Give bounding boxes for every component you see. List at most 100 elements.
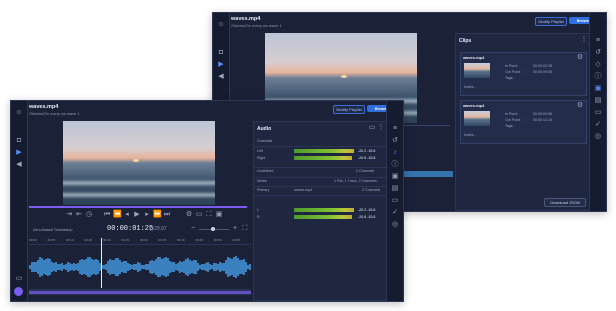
zoom-slider-handle[interactable] <box>211 227 215 231</box>
skip-start-icon[interactable]: ⏮ <box>103 211 111 219</box>
right-rail: ≡ ↺ ◇ ⓘ ▣ ▤ ▭ ✓ ◎ <box>589 13 606 211</box>
play-icon[interactable]: ▶ <box>133 211 141 219</box>
play-nav-icon[interactable]: ▶ <box>15 149 23 157</box>
mark-in-icon[interactable]: ⇥ <box>65 211 73 219</box>
notes-field[interactable]: Notes... <box>464 133 476 137</box>
step-forward-icon[interactable]: ▸ <box>143 211 151 219</box>
pip-icon[interactable]: ▣ <box>215 211 223 219</box>
clip-thumbnail <box>464 63 490 78</box>
more-icon[interactable]: ⋮ <box>580 36 588 44</box>
check-icon[interactable]: ✓ <box>594 121 602 129</box>
modify-playlist-button[interactable]: Modify Playlist <box>535 17 567 26</box>
file-path: /Stories/On every ws wave 1 <box>231 23 282 28</box>
fast-forward-icon[interactable]: ⏩ <box>153 211 162 219</box>
r-level-meter <box>294 215 352 219</box>
clock-icon[interactable]: ◷ <box>85 211 93 219</box>
modify-playlist-button[interactable]: Modify Playlist <box>333 105 365 114</box>
image-icon[interactable]: ▤ <box>594 97 602 105</box>
timeline-overview[interactable] <box>29 289 251 295</box>
ruler-tick: 00:40 <box>177 238 185 242</box>
history-icon[interactable]: ↺ <box>391 137 399 145</box>
ruler-tick: 00:35 <box>158 238 167 242</box>
out-point-value: 00:00:09:08 <box>533 70 552 74</box>
zoom-out-icon[interactable]: − <box>189 225 197 233</box>
user-icon[interactable]: ☺ <box>15 109 23 117</box>
audio-title: Audio <box>257 126 272 132</box>
l-level-meter <box>294 208 354 212</box>
download-json-button[interactable]: Download JSON <box>544 198 586 207</box>
video-player[interactable] <box>63 121 215 205</box>
r-channel-label: R <box>257 215 260 219</box>
audio-waveform[interactable] <box>29 249 251 285</box>
camera-icon[interactable]: ◘ <box>15 137 23 145</box>
settings-icon[interactable]: ⚙ <box>576 102 584 110</box>
ruler-tick: 00:10 <box>66 238 74 242</box>
playback-progress[interactable] <box>29 206 247 208</box>
globe-icon[interactable]: ◎ <box>594 133 602 141</box>
tag-icon[interactable]: ◇ <box>594 61 602 69</box>
camera-icon[interactable]: ◘ <box>217 49 225 57</box>
undefined-count: 2 Channels <box>356 169 375 173</box>
frame-rate: @29.97 <box>149 226 167 232</box>
layers-icon[interactable]: ≡ <box>391 125 399 133</box>
user-icon[interactable]: ☺ <box>217 21 225 29</box>
fullscreen-icon[interactable]: ⛶ <box>205 211 213 219</box>
zoom-in-icon[interactable]: + <box>231 225 239 233</box>
ruler-tick: 00:30 <box>140 238 148 242</box>
send-icon[interactable]: ◀ <box>15 161 23 169</box>
transcript-icon[interactable]: ▭ <box>594 109 602 117</box>
more-icon[interactable]: ⋮ <box>377 124 385 132</box>
expand-icon[interactable]: ⛶ <box>241 225 249 233</box>
clip-card[interactable]: waves.mp4 ⚙ In Point: 00:00:09:08 Out Po… <box>460 100 587 144</box>
audio-panel: Audio ▭ ⋮ Channels Left -20.2 -15.6 Righ… <box>253 121 387 301</box>
ruler-tick: 00:45 <box>195 238 204 242</box>
out-point-label: Out Point: <box>505 70 521 74</box>
display-icon[interactable]: ▭ <box>368 124 376 132</box>
clip-name: waves.mp4 <box>463 55 485 60</box>
clip-card[interactable]: waves.mp4 ⚙ In Point: 00:00:02:28 Out Po… <box>460 52 587 96</box>
play-nav-icon[interactable]: ▶ <box>217 61 225 69</box>
info-icon[interactable]: ⓘ <box>594 73 602 81</box>
media-info: 1 File, 1 Track, 2 Channels <box>334 179 377 183</box>
transport-bar: ⇥ ⇤ ◷ ⏮ ⏪ ◂ ▶ ▸ ⏩ ⏭ ⚙ ▭ ⛶ ▣ <box>65 211 255 220</box>
right-level-meter <box>294 156 352 160</box>
image-icon[interactable]: ▤ <box>391 185 399 193</box>
waveform-bar <box>249 264 251 270</box>
timeline-mode-select[interactable]: Zero-Based Timestamp <box>33 228 72 232</box>
file-title: waves.mp4 <box>231 16 261 22</box>
captions-icon[interactable]: ▭ <box>195 211 203 219</box>
playhead[interactable] <box>101 238 102 288</box>
primary-label: Primary <box>257 188 270 192</box>
in-point-label: In Point: <box>505 112 519 116</box>
transcript-icon[interactable]: ▭ <box>391 197 399 205</box>
check-icon[interactable]: ✓ <box>391 209 399 217</box>
rewind-icon[interactable]: ⏪ <box>113 211 122 219</box>
right-rail: ≡ ↺ ♪ ⓘ ▣ ▤ ▭ ✓ ◎ <box>386 101 403 301</box>
chat-icon[interactable]: ▭ <box>15 275 23 283</box>
step-back-icon[interactable]: ◂ <box>123 211 131 219</box>
globe-icon[interactable]: ◎ <box>391 221 399 229</box>
clip-name: waves.mp4 <box>463 103 485 108</box>
settings-icon[interactable]: ⚙ <box>185 211 193 219</box>
settings-icon[interactable]: ⚙ <box>576 54 584 62</box>
clips-icon[interactable]: ▣ <box>594 85 602 93</box>
clips-panel: Clips ⋮ waves.mp4 ⚙ In Point: 00:00:02:2… <box>455 33 592 211</box>
tags-label: Tags: <box>505 124 514 128</box>
skip-end-icon[interactable]: ⏭ <box>163 211 171 219</box>
layers-icon[interactable]: ≡ <box>594 37 602 45</box>
notes-field[interactable]: Notes... <box>464 85 476 89</box>
clips-icon[interactable]: ▣ <box>391 173 399 181</box>
ruler-tick: 00:05 <box>47 238 56 242</box>
out-point-value: 00:00:14:18 <box>533 118 552 122</box>
history-icon[interactable]: ↺ <box>594 49 602 57</box>
mark-out-icon[interactable]: ⇤ <box>75 211 83 219</box>
send-icon[interactable]: ◀ <box>217 73 225 81</box>
left-channel-label: Left <box>257 149 263 153</box>
primary-name: waves.mp4 <box>294 188 313 192</box>
clips-title: Clips <box>459 38 472 44</box>
avatar[interactable] <box>14 287 23 296</box>
audio-icon[interactable]: ♪ <box>391 149 399 157</box>
timecode-display: 00:00:01:25 <box>107 225 154 233</box>
info-icon[interactable]: ⓘ <box>391 161 399 169</box>
right-channel-label: Right <box>257 156 266 160</box>
